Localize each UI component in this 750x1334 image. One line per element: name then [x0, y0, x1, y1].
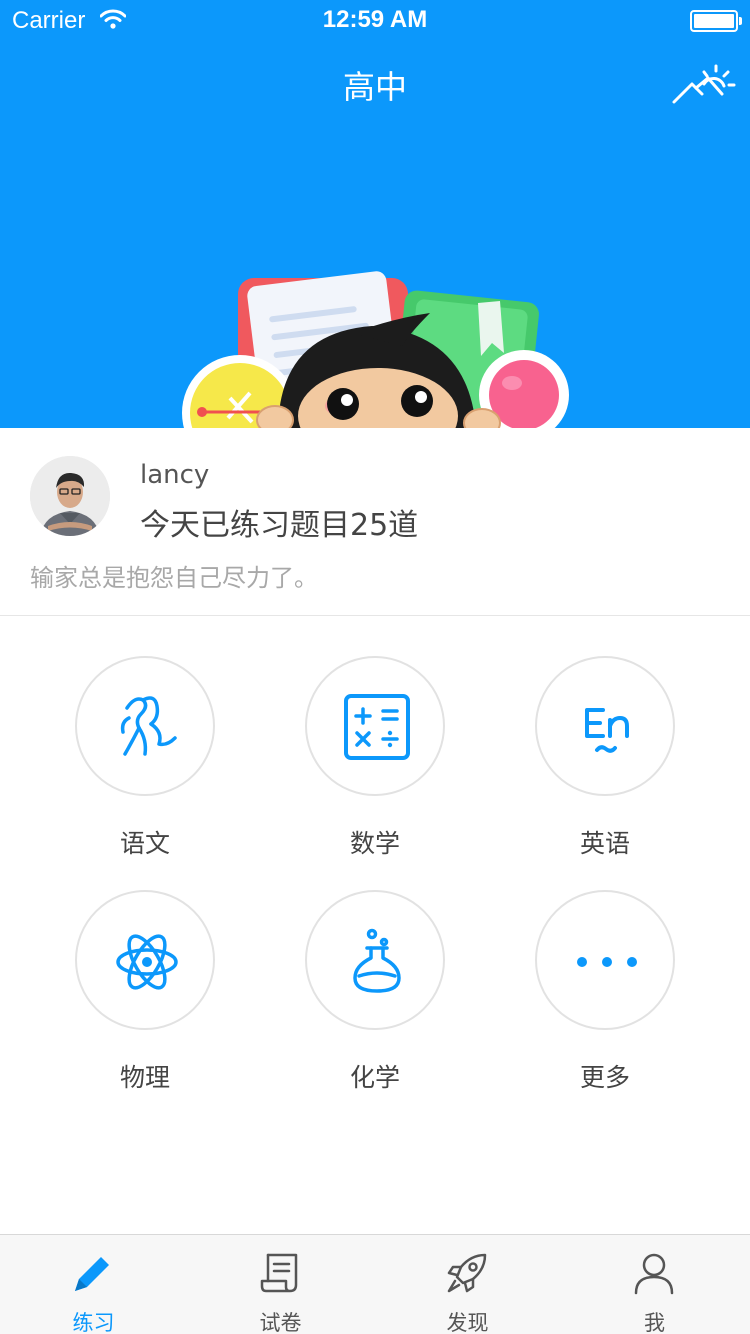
motto-text: 输家总是抱怨自己尽力了。	[30, 564, 318, 592]
chinese-brush-icon	[120, 696, 177, 756]
user-photo	[30, 456, 110, 536]
subject-label: 化学	[349, 1063, 400, 1092]
subject-label: 物理	[119, 1063, 170, 1092]
page-title: 高中	[342, 68, 407, 106]
subject-icon-circle	[535, 656, 675, 796]
subject-icon-circle	[305, 656, 445, 796]
weather-button[interactable]	[670, 62, 738, 110]
subject-chemistry[interactable]: 化学	[290, 890, 460, 1092]
subject-physics[interactable]: 物理	[60, 890, 230, 1092]
subject-chinese[interactable]: 语文	[60, 656, 230, 858]
tab-practice[interactable]: 练习	[0, 1235, 187, 1334]
atom-icon	[116, 934, 178, 990]
tab-label: 我	[644, 1311, 665, 1334]
weather-sun-mountain-icon	[672, 64, 736, 104]
pencil-icon	[75, 1257, 109, 1291]
subject-icon-circle	[75, 890, 215, 1030]
subject-icon-circle	[305, 890, 445, 1030]
status-bar: Carrier 12:59 AM	[0, 0, 750, 40]
tab-label: 发现	[446, 1311, 489, 1334]
subject-label: 数学	[349, 829, 400, 858]
username: lancy	[140, 460, 210, 490]
tab-label: 练习	[72, 1311, 115, 1334]
subject-label: 语文	[119, 829, 170, 858]
battery-tip	[739, 17, 742, 25]
calculator-icon	[344, 694, 410, 760]
subject-more[interactable]: 更多	[520, 890, 690, 1092]
subject-icon-circle	[535, 890, 675, 1030]
subject-english[interactable]: 英语	[520, 656, 690, 858]
tab-papers[interactable]: 试卷	[187, 1235, 374, 1334]
nav-bar: 高中	[0, 40, 750, 128]
person-icon	[634, 1253, 674, 1295]
flask-icon	[353, 928, 401, 993]
battery-icon	[690, 10, 738, 32]
subject-label: 更多	[579, 1063, 630, 1092]
subject-label: 英语	[579, 829, 630, 858]
monkey-mascot-illustration	[182, 271, 569, 428]
today-practice-count: 今天已练习题目25道	[140, 508, 419, 543]
rocket-icon	[447, 1253, 487, 1293]
hero-banner	[0, 128, 750, 428]
tab-me[interactable]: 我	[561, 1235, 748, 1334]
profile-card: lancy 今天已练习题目25道 输家总是抱怨自己尽力了。	[0, 428, 750, 616]
avatar[interactable]	[30, 456, 110, 536]
tab-label: 试卷	[259, 1311, 302, 1334]
tab-discover[interactable]: 发现	[374, 1235, 561, 1334]
scroll-icon	[260, 1253, 298, 1293]
clock: 12:59 AM	[322, 6, 428, 33]
tab-bar: 练习 试卷 发现 我	[0, 1234, 750, 1334]
subject-icon-circle	[75, 656, 215, 796]
subject-math[interactable]: 数学	[290, 656, 460, 858]
more-dots-icon	[577, 957, 637, 967]
english-en-icon	[585, 708, 629, 753]
